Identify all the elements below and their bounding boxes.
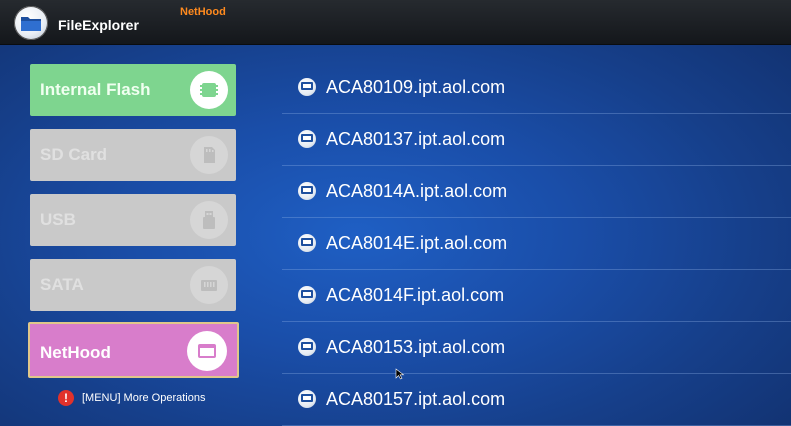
network-computer-icon	[298, 182, 316, 200]
network-host-list: ACA80109.ipt.aol.com ACA80137.ipt.aol.co…	[282, 62, 791, 426]
sidebar-item-sata[interactable]: SATA	[30, 259, 236, 311]
host-name: ACA8014E.ipt.aol.com	[326, 233, 508, 253]
mouse-pointer-icon	[395, 368, 405, 380]
list-item[interactable]: ACA80157.ipt.aol.com	[282, 374, 791, 426]
list-item[interactable]: ACA80109.ipt.aol.com	[282, 62, 791, 114]
network-computer-icon	[298, 234, 316, 252]
host-name: ACA8014A.ipt.aol.com	[326, 181, 508, 201]
sidebar-item-label: SATA	[40, 275, 84, 294]
host-name: ACA80137.ipt.aol.com	[326, 129, 506, 149]
list-item[interactable]: ACA8014A.ipt.aol.com	[282, 166, 791, 218]
warning-icon: !	[58, 390, 74, 406]
menu-hint-text: [MENU] More Operations	[82, 392, 206, 404]
folder-icon	[14, 6, 48, 40]
list-item[interactable]: ACA8014F.ipt.aol.com	[282, 270, 791, 322]
menu-hint: ! [MENU] More Operations	[58, 390, 205, 406]
list-item[interactable]: ACA80137.ipt.aol.com	[282, 114, 791, 166]
app-title: FileExplorer	[58, 17, 139, 33]
sidebar-item-sd-card[interactable]: SD Card	[30, 129, 236, 181]
host-name: ACA80109.ipt.aol.com	[326, 77, 506, 97]
host-name: ACA8014F.ipt.aol.com	[326, 285, 505, 305]
sidebar-item-label: USB	[40, 210, 76, 229]
sidebar-item-label: NetHood	[40, 343, 111, 362]
sidebar-item-label: SD Card	[40, 145, 108, 164]
host-name: ACA80153.ipt.aol.com	[326, 337, 506, 357]
network-computer-icon	[298, 390, 316, 408]
network-folder-icon	[187, 331, 227, 371]
sata-icon	[190, 266, 228, 304]
flash-chip-icon	[190, 71, 228, 109]
list-item[interactable]: ACA80153.ipt.aol.com	[282, 322, 791, 374]
host-name: ACA80157.ipt.aol.com	[326, 389, 506, 409]
sidebar-item-internal-flash[interactable]: Internal Flash	[30, 64, 236, 116]
sidebar-item-label: Internal Flash	[40, 80, 151, 99]
network-computer-icon	[298, 338, 316, 356]
list-item[interactable]: ACA8014E.ipt.aol.com	[282, 218, 791, 270]
network-computer-icon	[298, 286, 316, 304]
title-bar: FileExplorer NetHood	[0, 0, 791, 45]
sd-card-icon	[190, 136, 228, 174]
sidebar-item-usb[interactable]: USB	[30, 194, 236, 246]
current-location: NetHood	[180, 6, 226, 18]
network-computer-icon	[298, 78, 316, 96]
network-computer-icon	[298, 130, 316, 148]
usb-icon	[190, 201, 228, 239]
sidebar-item-nethood[interactable]: NetHood	[28, 322, 239, 378]
